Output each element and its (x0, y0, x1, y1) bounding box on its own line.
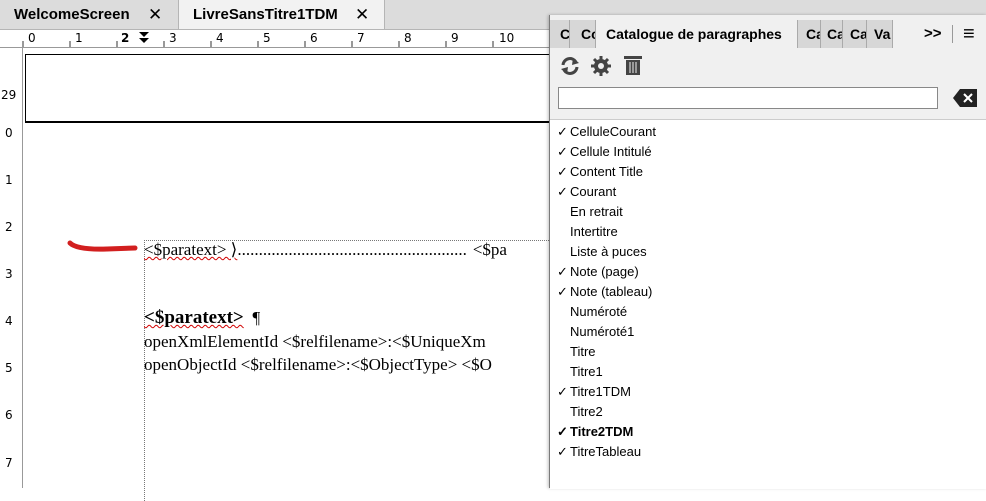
tab-paragraph-catalog[interactable]: Catalogue de paragraphes (596, 20, 798, 48)
panel-tab[interactable]: Ca (798, 20, 821, 48)
ruler-label: 6 (310, 31, 318, 45)
ruler-label: 6 (5, 408, 13, 422)
tab-label: LivreSansTitre1TDM (193, 6, 338, 23)
list-item[interactable]: Titre1 (557, 362, 603, 382)
panel-menu-icon[interactable]: ≡ (963, 20, 975, 48)
ruler-label: 3 (169, 31, 177, 45)
ruler-label: 1 (75, 31, 83, 45)
close-icon[interactable]: ✕ (355, 0, 369, 29)
vertical-ruler[interactable]: 29 0 1 2 3 4 5 6 7 (0, 48, 23, 488)
toc-entry-start: <$paratext> ⟩ (144, 240, 238, 259)
delete-unused-icon[interactable] (622, 54, 644, 77)
settings-gear-icon[interactable] (590, 55, 612, 77)
list-item[interactable]: ✓ Note (tableau) (557, 282, 652, 302)
ruler-label: 4 (5, 314, 13, 328)
ruler-label: 29 (1, 88, 17, 102)
panel-tab[interactable]: Co (570, 20, 596, 48)
list-item[interactable]: Titre2 (557, 402, 603, 422)
ruler-label: 3 (5, 267, 13, 281)
ruler-label: 5 (263, 31, 271, 45)
list-item[interactable]: ✓ Courant (557, 182, 616, 202)
list-item[interactable]: Intertitre (557, 222, 618, 242)
panel-tab[interactable]: Ca (843, 20, 867, 48)
list-item[interactable]: ✓ Content Title (557, 162, 643, 182)
ruler-label: 9 (451, 31, 459, 45)
list-item[interactable]: ✓ TitreTableau (557, 442, 641, 462)
toc-entry-end: <$pa (472, 240, 507, 259)
tab-label: WelcomeScreen (14, 6, 130, 23)
ruler-label: 2 (5, 220, 13, 234)
clear-search-icon[interactable] (952, 87, 978, 109)
xml-element-line[interactable]: openXmlElementId <$relfilename>:<$Unique… (144, 332, 486, 352)
toc-leader-dots: ........................................… (237, 240, 467, 259)
list-item[interactable]: ✓ Titre1TDM (557, 382, 631, 402)
panel-tab[interactable]: Ca (821, 20, 843, 48)
close-icon[interactable]: ✕ (148, 0, 162, 29)
list-item[interactable]: En retrait (557, 202, 623, 222)
list-item-current[interactable]: ✓ Titre2TDM (557, 422, 633, 442)
ruler-label: 10 (499, 31, 515, 45)
list-item[interactable]: Numéroté (557, 302, 627, 322)
paragraph-style-list[interactable]: ✓ CelluleCourant ✓ Cellule Intitulé ✓ Conte… (550, 119, 986, 489)
toc-entry-line[interactable]: <$paratext> ⟩...........................… (144, 240, 507, 260)
list-item[interactable]: ✓ CelluleCourant (557, 122, 656, 142)
object-id-line[interactable]: openObjectId <$relfilename>:<$ObjectType… (144, 355, 492, 375)
heading-line[interactable]: <$paratext> ¶ (144, 307, 260, 329)
paragraph-catalog-panel: Co Co Catalogue de paragraphes Ca Ca Ca … (549, 15, 986, 489)
list-item[interactable]: Titre (557, 342, 596, 362)
list-item[interactable]: ✓ Note (page) (557, 262, 639, 282)
tab-overflow-button[interactable]: >> (924, 20, 942, 48)
ruler-label: 1 (5, 173, 13, 187)
indent-marker-icon[interactable] (138, 31, 150, 45)
tab-welcome-screen[interactable]: WelcomeScreen ✕ (0, 0, 179, 29)
tab-strip-filler (893, 20, 953, 48)
heading-text: <$paratext> (144, 307, 244, 328)
panel-tab[interactable]: Va (867, 20, 893, 48)
refresh-icon[interactable] (559, 55, 581, 77)
list-item[interactable]: Liste à puces (557, 242, 647, 262)
pilcrow-mark: ¶ (252, 308, 261, 327)
ruler-label: 0 (28, 31, 36, 45)
ruler-label: 0 (5, 126, 13, 140)
ruler-label: 7 (5, 456, 13, 470)
ruler-label: 5 (5, 361, 13, 375)
ruler-label: 2 (121, 31, 130, 45)
list-item[interactable]: ✓ Cellule Intitulé (557, 142, 652, 162)
marker-arrow-icon (67, 240, 138, 252)
divider (952, 25, 953, 43)
ruler-label: 7 (357, 31, 365, 45)
ruler-label: 8 (404, 31, 412, 45)
tab-livre-sans-titre[interactable]: LivreSansTitre1TDM ✕ (179, 0, 385, 29)
search-input[interactable] (558, 87, 938, 109)
ruler-label: 4 (216, 31, 224, 45)
list-item[interactable]: Numéroté1 (557, 322, 634, 342)
panel-tab[interactable]: Co (550, 20, 570, 48)
